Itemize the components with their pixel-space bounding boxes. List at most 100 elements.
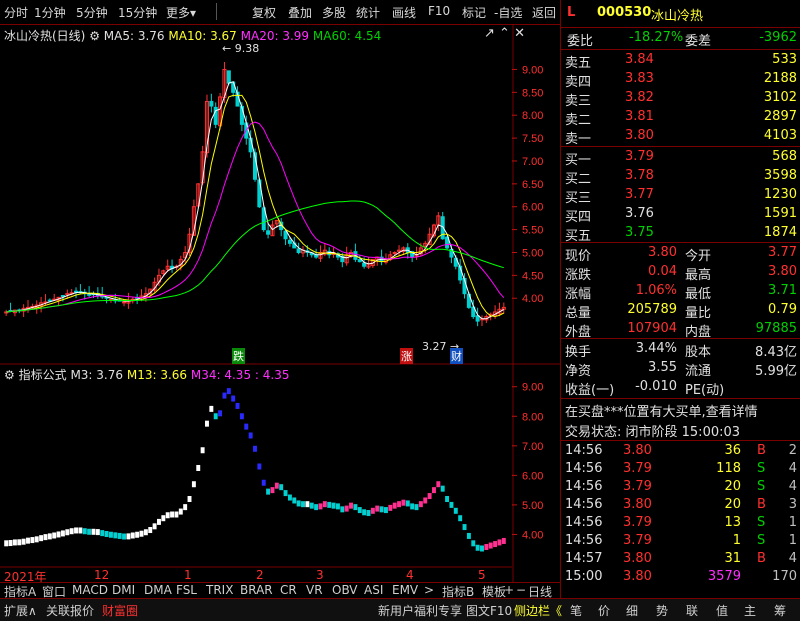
tab-zhu[interactable]: 主 [744,602,756,619]
tick-price: 3.80 [623,551,652,566]
x-label-feb: 2 [256,568,264,582]
indicator-bar [231,395,236,402]
ask-price: 3.84 [625,52,654,67]
overlay-button[interactable]: 叠加 [288,4,312,21]
arrow-icon[interactable]: ↗ [484,26,495,41]
notice-row[interactable]: 在买盘***位置有大买单,查看详情 [561,400,800,420]
tick-price: 3.80 [623,497,652,512]
tab-bi[interactable]: 笔 [570,602,582,619]
indicator-bar [309,502,314,509]
tick-volume: 31 [724,551,741,566]
tab-jia[interactable]: 价 [598,602,610,619]
tab-cr[interactable]: CR [280,583,297,597]
tab-obv[interactable]: OBV [332,583,358,597]
indicator-bar [60,530,65,537]
f10-graphic-button[interactable]: 图文F10 [466,602,512,619]
indicator-bar [21,538,26,545]
tab-dma[interactable]: DMA [144,583,172,597]
m34-label: M34: 4.35 : 4.35 [190,368,290,382]
fundamental-label: 股本 [685,345,712,360]
ask-price: 3.80 [625,128,654,143]
divider [561,49,800,50]
indicator-bar [30,537,35,544]
stats-button[interactable]: 统计 [356,4,380,21]
indicator-bar [95,529,100,536]
tab-more[interactable]: 更多▾ [166,4,196,21]
tick-row: 14:56 3.79 13 S 1 [561,514,800,533]
y-tick-label: 5.50 [522,225,543,237]
zoom-out-button[interactable]: − [516,583,526,597]
l-icon[interactable]: L [567,5,575,20]
tick-time: 15:00 [565,569,603,584]
tab-xi[interactable]: 细 [626,602,638,619]
candle-body [266,230,271,235]
indicator-settings-icon[interactable]: ⚙ [4,368,15,382]
f10-button[interactable]: F10 [428,4,450,18]
fuquan-button[interactable]: 复权 [252,4,276,21]
indicator-bar [331,502,336,509]
add-watchlist-button[interactable]: -自选 [494,4,522,21]
tab-next[interactable]: > [424,583,434,597]
tab-fsl[interactable]: FSL [176,583,197,597]
back-button[interactable]: 返回 [532,4,556,21]
indicator-bar [327,501,332,508]
chevron-up-icon[interactable]: ⌃ [499,26,510,41]
marker-cai[interactable]: 财 [450,348,463,364]
sidebar-toggle[interactable]: 侧边栏《 [514,602,562,619]
kline-chart[interactable]: 9.00 8.50 8.00 7.50 7.00 6.50 6.00 5.50 5.00 4.50… [0,24,560,582]
tick-time: 14:56 [565,443,603,458]
tab-1min[interactable]: 1分钟 [34,4,66,21]
tick-time: 14:56 [565,497,603,512]
tab-macd[interactable]: MACD [72,583,108,597]
tab-5min[interactable]: 5分钟 [76,4,108,21]
expand-button[interactable]: 扩展∧ [4,602,37,619]
settings-icon[interactable]: ⚙ [89,29,100,43]
zoom-in-button[interactable]: + [504,583,514,597]
indicator-bar [4,540,9,547]
candle-body [209,100,214,107]
multi-stock-button[interactable]: 多股 [322,4,346,21]
indicator-bar [388,504,393,511]
related-quote-button[interactable]: 关联报价 [46,602,94,619]
tick-direction: S [757,461,766,476]
tab-brar[interactable]: BRAR [240,583,273,597]
tab-lian[interactable]: 联 [686,602,698,619]
candle-body [226,70,231,84]
notice-text[interactable]: 在买盘***位置有大买单,查看详情 [565,401,758,420]
indicator-bar [122,533,127,540]
marker-die[interactable]: 跌 [232,348,245,364]
tab-emv[interactable]: EMV [392,583,418,597]
tab-chou[interactable]: 筹 [774,602,786,619]
promo-link[interactable]: 新用户福利专享 [378,602,462,619]
ask-volume: 533 [772,52,797,67]
bid-price: 3.79 [625,149,654,164]
tick-count: 4 [788,479,797,494]
indicator-bar [205,420,209,427]
draw-line-button[interactable]: 画线 [392,4,416,21]
bid-price: 3.77 [625,187,654,202]
tab-dmi[interactable]: DMI [112,583,135,597]
weibi-row: 委比 -18.27% 委差 -3962 [561,29,800,49]
tab-zhi[interactable]: 值 [716,602,728,619]
stock-name: 冰山冷热 [651,9,704,24]
tab-asi[interactable]: ASI [364,583,383,597]
indicator-bar [52,532,57,539]
indicator-bar [135,531,140,538]
stat-label: 总量 [565,306,592,321]
weibi-label: 委比 [567,34,594,49]
bid-row: 买一 3.79 568 [561,148,800,168]
mark-button[interactable]: 标记 [462,4,486,21]
wealth-circle-button[interactable]: 财富圈 [102,602,138,619]
stat-label: 最低 [685,287,712,302]
close-icon[interactable]: ✕ [514,26,525,41]
tab-fenshi[interactable]: 分时 [4,4,28,21]
indicator-bar [43,534,48,541]
bid-volume: 3598 [763,168,797,183]
tab-shi[interactable]: 势 [656,602,668,619]
marker-zhang[interactable]: 涨 [400,348,413,364]
ask-volume: 2188 [763,71,797,86]
tab-vr[interactable]: VR [306,583,323,597]
tab-trix[interactable]: TRIX [206,583,233,597]
indicator-bar [449,501,454,508]
tab-15min[interactable]: 15分钟 [118,4,157,21]
